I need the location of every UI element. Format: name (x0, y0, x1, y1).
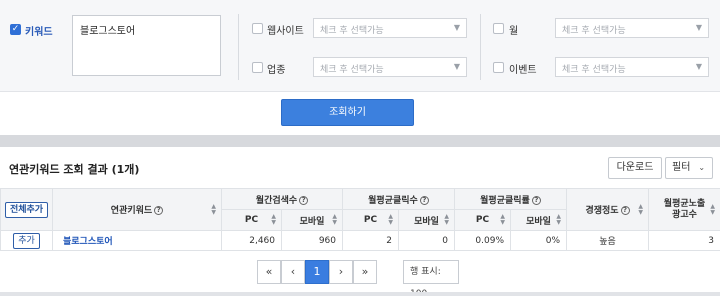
add-all-button[interactable]: 전체추가 (5, 202, 48, 218)
sort-icon[interactable]: ▲▼ (710, 204, 715, 216)
keyword-checkbox[interactable]: ✓ (10, 24, 21, 35)
header-avg-clicks: 월평균클릭수? (343, 189, 455, 210)
bottom-divider (0, 292, 720, 296)
event-select-placeholder: 체크 후 선택가능 (562, 65, 626, 75)
header-avg-clicks-label: 월평균클릭수 (368, 196, 418, 206)
sort-icon[interactable]: ▲▼ (271, 214, 276, 226)
help-icon[interactable]: ? (420, 196, 429, 205)
header-monthly-search: 월간검색수? (222, 189, 343, 210)
section-divider (0, 135, 720, 147)
sort-icon[interactable]: ▲▼ (444, 214, 449, 226)
month-select-placeholder: 체크 후 선택가능 (562, 26, 626, 36)
next-page-button[interactable]: › (329, 260, 353, 284)
ctr-pc-cell: 0.09% (455, 231, 511, 251)
event-label: 이벤트 (509, 61, 537, 76)
month-checkbox[interactable] (493, 23, 504, 34)
add-all-cell: 전체추가 (1, 189, 53, 231)
rows-per-page-select[interactable]: 행 표시: 100⌄ (403, 260, 459, 284)
clicks-pc-cell: 2 (343, 231, 399, 251)
website-select-placeholder: 체크 후 선택가능 (320, 26, 384, 36)
industry-select[interactable]: 체크 후 선택가능 ▼ (313, 57, 467, 77)
sort-icon[interactable]: ▲▼ (500, 214, 505, 226)
sort-icon[interactable]: ▲▼ (638, 204, 643, 216)
download-button[interactable]: 다운로드 (608, 157, 662, 179)
sort-icon[interactable]: ▲▼ (211, 204, 216, 216)
industry-select-placeholder: 체크 후 선택가능 (320, 65, 384, 75)
sort-icon[interactable]: ▲▼ (556, 214, 561, 226)
chevron-down-icon: ⌄ (698, 163, 705, 172)
website-label: 웹사이트 (267, 22, 304, 37)
website-checkbox[interactable] (252, 23, 263, 34)
header-competition[interactable]: 경쟁정도? ▲▼ (567, 189, 649, 231)
header-search-mobile[interactable]: 모바일 ▲▼ (282, 210, 343, 231)
header-monthly-search-label: 월간검색수 (256, 196, 297, 206)
add-button[interactable]: 추가 (13, 233, 40, 249)
header-clicks-pc[interactable]: PC ▲▼ (343, 210, 399, 231)
header-ctr-pc-label: PC (476, 215, 489, 225)
month-select[interactable]: 체크 후 선택가능 ▼ (555, 18, 709, 38)
keyword-textarea[interactable]: 블로그스토어 (72, 15, 221, 76)
header-avg-ctr-label: 월평균클릭률 (480, 196, 530, 206)
results-title: 연관키워드 조회 결과 (1개) (9, 161, 139, 177)
help-icon[interactable]: ? (621, 206, 630, 215)
header-keyword-label: 연관키워드 (111, 206, 152, 216)
website-select[interactable]: 체크 후 선택가능 ▼ (313, 18, 467, 38)
chevron-down-icon: ▼ (454, 62, 460, 71)
add-cell: 추가 (1, 231, 53, 251)
keyword-cell: 블로그스토어 (53, 231, 222, 251)
search-pc-cell: 2,460 (222, 231, 282, 251)
header-clicks-mobile[interactable]: 모바일 ▲▼ (399, 210, 455, 231)
header-search-pc-label: PC (245, 215, 258, 225)
divider (238, 14, 239, 80)
help-icon[interactable]: ? (154, 206, 163, 215)
header-ctr-mobile-label: 모바일 (526, 217, 551, 227)
header-ctr-pc[interactable]: PC ▲▼ (455, 210, 511, 231)
event-checkbox[interactable] (493, 62, 504, 73)
header-competition-label: 경쟁정도 (585, 206, 618, 216)
header-avg-ads[interactable]: 월평균노출 광고수 ▲▼ (649, 189, 720, 231)
header-ctr-mobile[interactable]: 모바일 ▲▼ (511, 210, 567, 231)
keyword-link[interactable]: 블로그스토어 (63, 237, 113, 247)
page-button-current[interactable]: 1 (305, 260, 329, 284)
industry-label: 업종 (267, 61, 285, 76)
filter-panel: ✓ 키워드 블로그스토어 웹사이트 체크 후 선택가능 ▼ 업종 체크 후 선택… (0, 0, 720, 92)
chevron-down-icon: ▼ (696, 23, 702, 32)
header-search-mobile-label: 모바일 (300, 217, 325, 227)
month-label: 월 (509, 22, 518, 37)
search-mobile-cell: 960 (282, 231, 343, 251)
filter-button[interactable]: 필터 ⌄ (665, 157, 713, 179)
ctr-mobile-cell: 0% (511, 231, 567, 251)
prev-page-button[interactable]: ‹ (281, 260, 305, 284)
header-avg-ctr: 월평균클릭률? (455, 189, 567, 210)
header-keyword[interactable]: 연관키워드? ▲▼ (53, 189, 222, 231)
help-icon[interactable]: ? (532, 196, 541, 205)
chevron-down-icon: ▼ (454, 23, 460, 32)
sort-icon[interactable]: ▲▼ (332, 214, 337, 226)
table-row: 추가 블로그스토어 2,460 960 2 0 0.09% 0% 높음 3 (1, 231, 720, 251)
help-icon[interactable]: ? (299, 196, 308, 205)
ads-cell: 3 (649, 231, 720, 251)
results-table: 전체추가 연관키워드? ▲▼ 월간검색수? 월평균클릭수? 월평균클릭률? 경쟁… (0, 188, 720, 251)
filter-button-label: 필터 (672, 162, 690, 173)
divider (480, 14, 481, 80)
industry-checkbox[interactable] (252, 62, 263, 73)
header-avg-ads-label: 월평균노출 광고수 (661, 199, 709, 221)
competition-cell: 높음 (567, 231, 649, 251)
event-select[interactable]: 체크 후 선택가능 ▼ (555, 57, 709, 77)
first-page-button[interactable]: « (257, 260, 281, 284)
chevron-down-icon: ▼ (696, 62, 702, 71)
last-page-button[interactable]: » (353, 260, 377, 284)
clicks-mobile-cell: 0 (399, 231, 455, 251)
sort-icon[interactable]: ▲▼ (388, 214, 393, 226)
search-button[interactable]: 조회하기 (281, 99, 414, 126)
header-search-pc[interactable]: PC ▲▼ (222, 210, 282, 231)
table-header-row: 전체추가 연관키워드? ▲▼ 월간검색수? 월평균클릭수? 월평균클릭률? 경쟁… (1, 189, 720, 210)
header-clicks-mobile-label: 모바일 (414, 217, 439, 227)
keyword-label: 키워드 (25, 23, 53, 38)
header-clicks-pc-label: PC (364, 215, 377, 225)
